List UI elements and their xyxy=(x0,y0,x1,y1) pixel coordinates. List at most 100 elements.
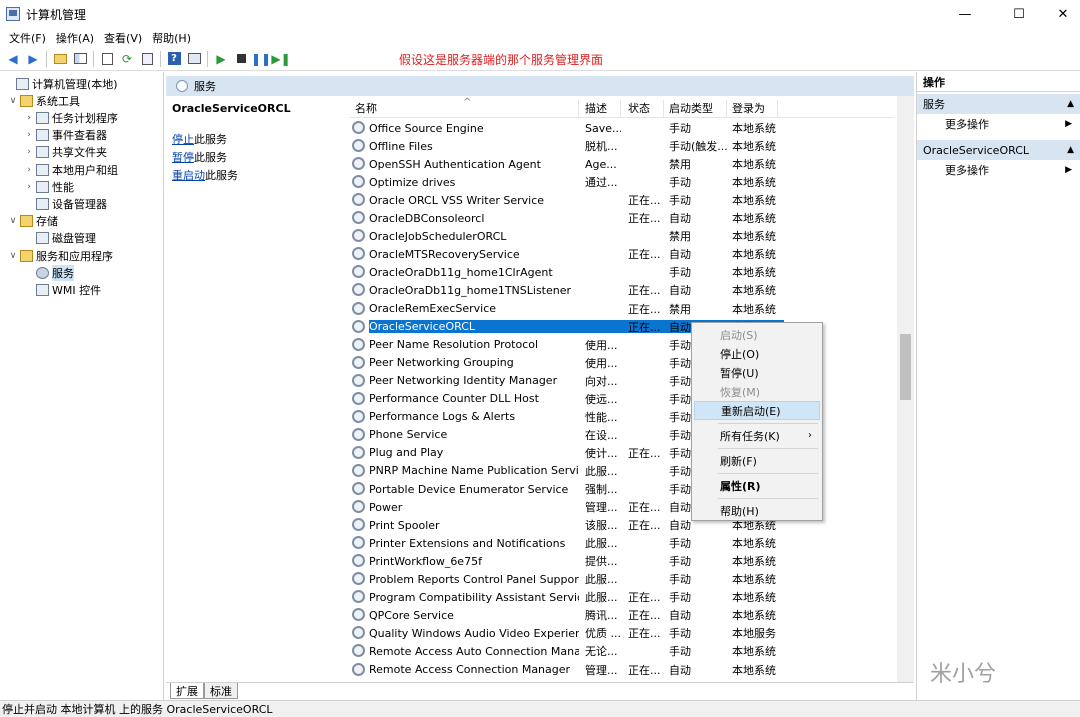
service-row[interactable]: Problem Reports Control Panel Support 此服.… xyxy=(349,570,894,588)
tree-item[interactable]: 计算机管理(本地) xyxy=(4,75,118,92)
menu-file[interactable]: 文件(F) xyxy=(4,30,51,46)
service-row[interactable]: QPCore Service 腾讯... 正在... 自动 本地系统 xyxy=(349,606,894,624)
expand-down-icon[interactable]: ∨ xyxy=(8,96,18,106)
menu-item-pause[interactable]: 暂停(U) xyxy=(694,363,820,382)
expand-down-icon[interactable]: ∨ xyxy=(8,251,18,261)
menu-item-help[interactable]: 帮助(H) xyxy=(694,501,820,520)
expand-down-icon[interactable]: ∨ xyxy=(8,216,18,226)
service-name: Performance Logs & Alerts xyxy=(369,410,516,424)
column-header-description[interactable]: 描述 xyxy=(581,100,621,118)
service-log-on-as: 本地系统 xyxy=(732,176,776,190)
service-row[interactable]: Office Source Engine Save... 手动 本地系统 xyxy=(349,119,894,137)
service-row[interactable]: OracleMTSRecoveryService 正在... 自动 本地系统 xyxy=(349,245,894,263)
tree-item[interactable]: 设备管理器 xyxy=(24,195,107,212)
menu-item-refresh[interactable]: 刷新(F) xyxy=(694,451,820,470)
chevron-right-icon[interactable]: › xyxy=(24,147,34,157)
actions-section-services[interactable]: 服务 ▲ xyxy=(917,94,1080,114)
chevron-right-icon[interactable]: › xyxy=(24,165,34,175)
service-row[interactable]: Quality Windows Audio Video Experience 优质… xyxy=(349,624,894,642)
more-actions-services[interactable]: 更多操作 ▶ xyxy=(917,114,1080,134)
more-actions-selected-service[interactable]: 更多操作 ▶ xyxy=(917,160,1080,180)
service-row[interactable]: Optimize drives 通过... 手动 本地系统 xyxy=(349,173,894,191)
scrollbar-thumb[interactable] xyxy=(900,334,911,400)
minimize-button[interactable]: — xyxy=(942,0,988,28)
column-header-status[interactable]: 状态 xyxy=(622,100,664,118)
maximize-button[interactable]: ☐ xyxy=(996,0,1042,28)
start-service-icon[interactable]: ▶ xyxy=(211,49,231,69)
close-button[interactable]: ✕ xyxy=(1040,0,1080,28)
tree-item[interactable]: WMI 控件 xyxy=(24,281,101,298)
chevron-right-icon[interactable]: › xyxy=(24,182,34,192)
pane-header: 服务 xyxy=(166,76,914,96)
restart-service-icon[interactable]: ▶❚ xyxy=(271,49,291,69)
show-hide-tree-icon[interactable] xyxy=(70,49,90,69)
column-header-startup-type[interactable]: 启动类型 xyxy=(665,100,727,118)
restart-service-link[interactable]: 重启动 xyxy=(172,169,205,182)
tree-item[interactable]: › 本地用户和组 xyxy=(24,161,118,178)
menu-separator xyxy=(718,423,818,424)
tree-item[interactable]: 服务 xyxy=(24,264,74,281)
service-row[interactable]: OpenSSH Authentication Agent Age... 禁用 本地系统 xyxy=(349,155,894,173)
tree-item-label: 任务计划程序 xyxy=(52,111,118,125)
service-status: 正在... xyxy=(628,627,661,641)
console-icon[interactable] xyxy=(184,49,204,69)
menu-item-all-tasks[interactable]: 所有任务(K) › xyxy=(694,426,820,445)
actions-section-selected-service[interactable]: OracleServiceORCL ▲ xyxy=(917,140,1080,160)
tree-item[interactable]: ∨ 系统工具 xyxy=(8,92,80,109)
menu-help[interactable]: 帮助(H) xyxy=(147,30,196,46)
service-row[interactable]: Offline Files 脱机... 手动(触发... 本地系统 xyxy=(349,137,894,155)
column-header-log-on-as[interactable]: 登录为 xyxy=(728,100,778,118)
menu-item-restart[interactable]: 重新启动(E) xyxy=(694,401,820,420)
tree-item-label: 性能 xyxy=(52,180,74,194)
refresh-icon[interactable]: ⟳ xyxy=(117,49,137,69)
pause-service-link[interactable]: 暂停 xyxy=(172,151,194,164)
stop-service-icon[interactable] xyxy=(231,49,251,69)
tab-standard[interactable]: 标准 xyxy=(204,683,238,699)
service-row[interactable]: Oracle ORCL VSS Writer Service 正在... 手动 本地系… xyxy=(349,191,894,209)
export-list-icon[interactable] xyxy=(137,49,157,69)
vertical-scrollbar[interactable] xyxy=(897,96,914,682)
up-folder-icon[interactable] xyxy=(50,49,70,69)
stop-service-link[interactable]: 停止 xyxy=(172,133,194,146)
service-description: Age... xyxy=(585,157,617,171)
tree-item[interactable]: ∨ 服务和应用程序 xyxy=(8,247,113,264)
tree-item[interactable]: › 事件查看器 xyxy=(24,127,107,144)
menu-action[interactable]: 操作(A) xyxy=(51,30,99,46)
service-status: 正在... xyxy=(628,212,661,226)
help-icon[interactable]: ? xyxy=(164,49,184,69)
back-arrow-icon[interactable]: ◀ xyxy=(3,49,23,69)
tree-item[interactable]: › 性能 xyxy=(24,178,74,195)
service-row[interactable]: OracleJobSchedulerORCL 禁用 本地系统 xyxy=(349,227,894,245)
service-row[interactable]: OracleDBConsoleorcl 正在... 自动 本地系统 xyxy=(349,209,894,227)
menu-view[interactable]: 查看(V) xyxy=(99,30,147,46)
service-row[interactable]: OracleRemExecService 正在... 禁用 本地系统 xyxy=(349,300,894,318)
service-row[interactable]: PrintWorkflow_6e75f 提供... 手动 本地系统 xyxy=(349,552,894,570)
chevron-right-icon[interactable]: › xyxy=(24,130,34,140)
service-log-on-as: 本地系统 xyxy=(732,591,776,605)
service-row[interactable]: OracleOraDb11g_home1ClrAgent 手动 本地系统 xyxy=(349,263,894,281)
service-row[interactable]: Printer Extensions and Notifications 此服..… xyxy=(349,534,894,552)
service-row[interactable]: Remote Access Connection Manager 管理... 正在.… xyxy=(349,661,894,679)
menu-item-stop[interactable]: 停止(O) xyxy=(694,344,820,363)
tree-item[interactable]: ∨ 存储 xyxy=(8,213,58,230)
tree-item[interactable]: 磁盘管理 xyxy=(24,230,96,247)
service-startup-type: 手动 xyxy=(669,537,691,551)
pause-service-icon[interactable]: ❚❚ xyxy=(251,49,271,69)
service-name: Optimize drives xyxy=(369,175,456,189)
menu-item-properties[interactable]: 属性(R) xyxy=(694,476,820,495)
tab-extended[interactable]: 扩展 xyxy=(170,683,204,699)
service-row[interactable]: Remote Access Auto Connection Manag... 无论… xyxy=(349,642,894,660)
gear-icon xyxy=(352,500,365,514)
service-row[interactable]: OracleOraDb11g_home1TNSListener 正在... 自动 本地… xyxy=(349,281,894,299)
service-row[interactable]: Program Compatibility Assistant Service 此… xyxy=(349,588,894,606)
service-name: Remote Access Auto Connection Manag... xyxy=(369,644,579,658)
column-header-name[interactable]: 名称 ^ xyxy=(353,97,579,118)
gear-icon xyxy=(352,355,365,369)
properties-icon[interactable] xyxy=(97,49,117,69)
tree-item[interactable]: › 共享文件夹 xyxy=(24,144,107,161)
tree-item[interactable]: › 任务计划程序 xyxy=(24,109,118,126)
forward-arrow-icon[interactable]: ▶ xyxy=(23,49,43,69)
service-status: 正在... xyxy=(628,501,661,515)
chevron-right-icon[interactable]: › xyxy=(24,113,34,123)
service-log-on-as: 本地系统 xyxy=(732,194,776,208)
